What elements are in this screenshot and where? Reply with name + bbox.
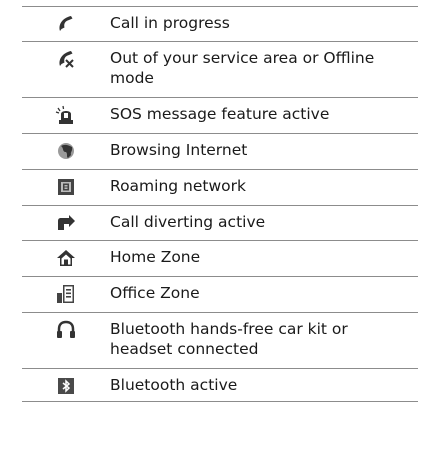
table-row: Call in progress bbox=[22, 6, 418, 41]
headset-icon bbox=[55, 319, 77, 341]
table-row: Browsing Internet bbox=[22, 133, 418, 169]
row-description: Office Zone bbox=[110, 284, 200, 302]
table-row: Out of your service area or Offline mode bbox=[22, 41, 418, 97]
status-icon-table: Call in progress Out of your service are… bbox=[22, 6, 418, 402]
icon-cell bbox=[22, 42, 110, 70]
icon-cell bbox=[22, 277, 110, 305]
icon-cell bbox=[22, 369, 110, 397]
sos-icon bbox=[55, 104, 77, 126]
row-description: Out of your service area or Offline mode bbox=[110, 49, 375, 87]
table-row: SOS message feature active bbox=[22, 97, 418, 133]
table-row: Bluetooth hands-free car kit or headset … bbox=[22, 312, 418, 368]
row-description: Roaming network bbox=[110, 177, 246, 195]
icon-cell bbox=[22, 206, 110, 234]
icon-cell bbox=[22, 134, 110, 162]
roaming-icon bbox=[55, 176, 77, 198]
row-description: Call in progress bbox=[110, 14, 230, 32]
no-service-icon bbox=[55, 48, 77, 70]
table-row: Roaming network bbox=[22, 169, 418, 205]
call-in-progress-icon bbox=[55, 13, 77, 35]
icon-cell bbox=[22, 313, 110, 341]
row-description: Bluetooth hands-free car kit or headset … bbox=[110, 320, 348, 358]
office-zone-icon bbox=[55, 283, 77, 305]
home-zone-icon bbox=[55, 247, 77, 269]
icon-cell bbox=[22, 241, 110, 269]
row-description: SOS message feature active bbox=[110, 105, 330, 123]
row-description: Bluetooth active bbox=[110, 376, 238, 394]
table-row: Office Zone bbox=[22, 276, 418, 312]
table-row: Bluetooth active bbox=[22, 368, 418, 402]
icon-cell bbox=[22, 7, 110, 35]
call-divert-icon bbox=[55, 212, 77, 234]
table-row: Home Zone bbox=[22, 240, 418, 276]
table-row: Call diverting active bbox=[22, 205, 418, 240]
row-description: Call diverting active bbox=[110, 213, 266, 231]
icon-cell bbox=[22, 170, 110, 198]
icon-cell bbox=[22, 98, 110, 126]
bluetooth-icon bbox=[55, 375, 77, 397]
row-description: Home Zone bbox=[110, 248, 201, 266]
row-description: Browsing Internet bbox=[110, 141, 248, 159]
browsing-internet-icon bbox=[55, 140, 77, 162]
